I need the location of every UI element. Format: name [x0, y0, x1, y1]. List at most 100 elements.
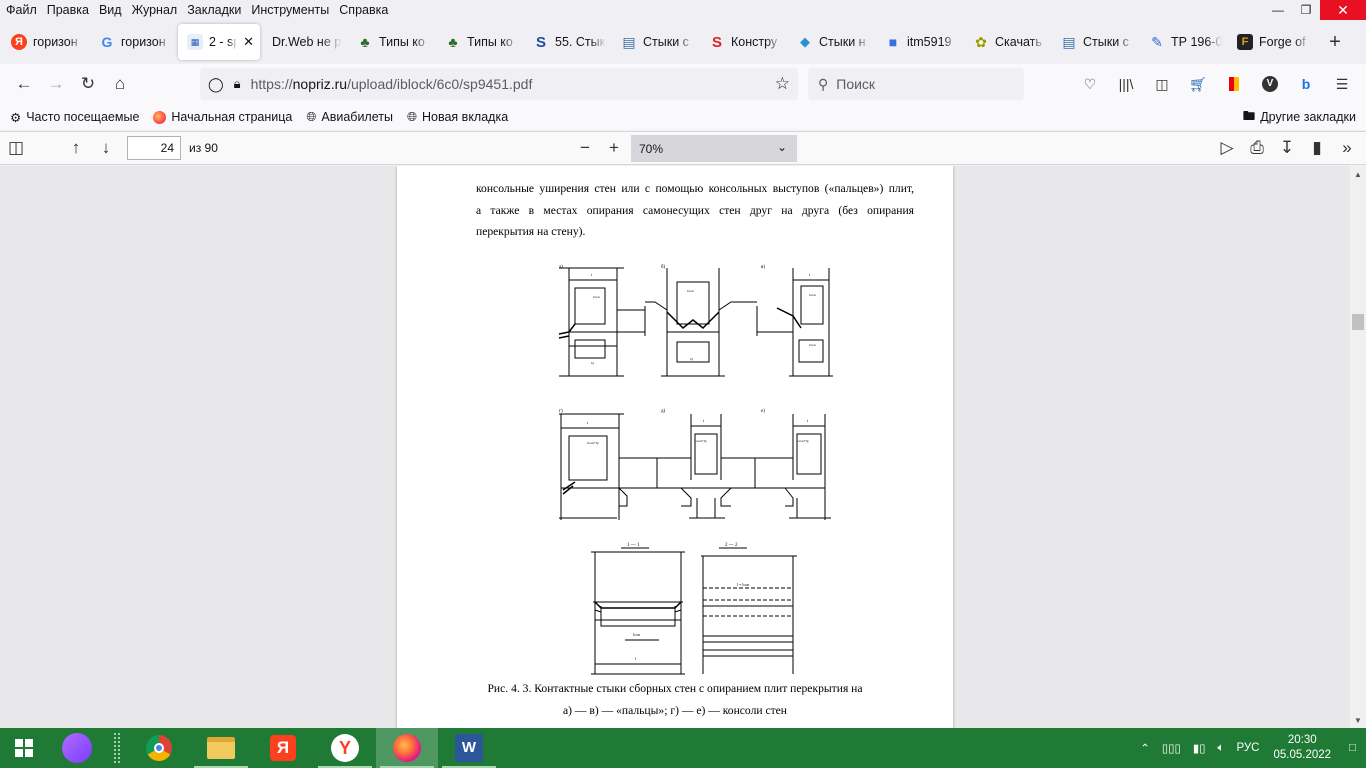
forward-button[interactable]: → [40, 68, 72, 100]
search-box[interactable]: ⚲ Поиск [808, 68, 1024, 100]
previous-page-button[interactable]: ↑ [61, 134, 91, 162]
library-icon[interactable]: |||\ [1110, 68, 1142, 100]
close-tab-icon[interactable]: ✕ [243, 34, 254, 50]
tab-8[interactable]: S Констру [700, 24, 788, 60]
address-bar[interactable]: ◯ 🔒︎ https://nopriz.ru/upload/iblock/6c0… [200, 68, 798, 100]
menu-tools[interactable]: Инструменты [246, 0, 334, 20]
tray-chevron-icon[interactable]: ⌃ [1134, 741, 1156, 755]
yandex-y-icon: Y [331, 734, 359, 762]
tab-6[interactable]: S 55. Стык [524, 24, 612, 60]
scroll-down-icon[interactable]: ▼ [1350, 712, 1366, 728]
menu-help[interactable]: Справка [334, 0, 393, 20]
back-button[interactable]: ← [8, 68, 40, 100]
bookmark-flag-icon[interactable] [1218, 68, 1250, 100]
page-number-input[interactable]: 24 [127, 136, 181, 160]
taskbar-firefox[interactable] [376, 728, 438, 768]
other-bookmarks[interactable]: 🖿︎ Другие закладки [1243, 104, 1356, 130]
pdf-viewer[interactable]: консольные уширения стен или с помощью к… [0, 166, 1350, 728]
tab-9[interactable]: ◆ Стыки н [788, 24, 876, 60]
fig-label-l: l [635, 656, 637, 661]
bookmark-home-page[interactable]: Начальная страница [153, 110, 292, 124]
windows-taskbar: Я Y W ⌃ ▯▯▯ ▮▯ 🔈︎ РУС 20:30 05.05.2022 □ [0, 728, 1366, 768]
tab-14[interactable]: F Forge of [1228, 24, 1316, 60]
restore-button[interactable]: ❐ [1292, 0, 1320, 20]
tab-12[interactable]: ▤ Стыки с [1052, 24, 1140, 60]
download-icon[interactable]: ↧ [1272, 134, 1302, 162]
bookmark-most-visited[interactable]: ⚙ Часто посещаемые [10, 110, 139, 125]
tab-4[interactable]: ♣ Типы ко [348, 24, 436, 60]
menu-edit[interactable]: Правка [42, 0, 94, 20]
taskbar-chrome[interactable] [128, 728, 190, 768]
clock[interactable]: 20:30 05.05.2022 [1265, 733, 1343, 763]
tree-icon: ♣ [448, 34, 458, 50]
tab-label: Стыки с [643, 35, 689, 49]
cart-icon[interactable]: 🛒︎ [1182, 68, 1214, 100]
tab-13[interactable]: ✎ ТР 196-0 [1140, 24, 1228, 60]
network-icon[interactable]: ▯▯▯ [1156, 741, 1187, 755]
zoom-out-button[interactable]: − [570, 134, 600, 162]
bookmark-new-tab[interactable]: 🌐︎ Новая вкладка [407, 110, 508, 125]
tab-2-active[interactable]: ▦ 2 - sp9451.pdf ✕ [178, 24, 260, 60]
pocket-icon[interactable]: ♡ [1074, 68, 1106, 100]
scroll-thumb[interactable] [1352, 314, 1364, 330]
bing-icon[interactable]: b [1290, 68, 1322, 100]
text-line: а также в местах опирания самонесущих ст… [476, 203, 914, 217]
zoom-in-button[interactable]: + [599, 134, 629, 162]
fig-label-t: t [591, 272, 593, 277]
zoom-select[interactable]: 70% ⌄ [631, 135, 797, 162]
start-button[interactable] [0, 728, 48, 768]
alice-assistant-button[interactable] [48, 728, 106, 768]
bookmark-icon[interactable]: ▮ [1302, 134, 1332, 162]
fig-label-g: г) [559, 409, 563, 414]
pdf-toolbar: ◫ ↑ ↓ 24 из 90 − + 70% ⌄ ▷ ⎙ ↧ ▮ » [0, 131, 1366, 165]
vpn-icon[interactable]: V [1254, 68, 1286, 100]
tab-label: ТР 196-0 [1171, 35, 1222, 49]
url-text[interactable]: https://nopriz.ru/upload/iblock/6c0/sp94… [251, 76, 765, 92]
s-logo-icon: S [535, 33, 546, 51]
home-button[interactable]: ⌂ [104, 68, 136, 100]
language-indicator[interactable]: РУС [1230, 742, 1265, 754]
tab-3[interactable]: Dr.Web не ре [260, 24, 348, 60]
tab-10[interactable]: ■ itm5919 [876, 24, 964, 60]
taskbar-yandex[interactable]: Y [314, 728, 376, 768]
taskbar-file-explorer[interactable] [190, 728, 252, 768]
shield-icon[interactable]: ◯ [208, 76, 224, 93]
hamburger-menu-icon[interactable]: ☰ [1326, 68, 1358, 100]
tab-1[interactable]: Gгоризон [90, 24, 178, 60]
tab-11[interactable]: ✿ Скачать [964, 24, 1052, 60]
menu-file[interactable]: Файл [0, 0, 42, 20]
print-icon[interactable]: ⎙ [1242, 134, 1272, 162]
sidebar-toggle-icon[interactable]: ◫ [1, 134, 31, 162]
tab-0[interactable]: Ягоризон [2, 24, 90, 60]
chrome-icon [146, 735, 172, 761]
new-tab-button[interactable]: + [1320, 27, 1350, 57]
menu-history[interactable]: Журнал [127, 0, 183, 20]
menu-bookmarks[interactable]: Закладки [182, 0, 246, 20]
notifications-icon[interactable]: □ [1343, 742, 1366, 754]
taskbar-word[interactable]: W [438, 728, 500, 768]
next-page-button[interactable]: ↓ [91, 134, 121, 162]
vertical-scrollbar[interactable]: ▲ ▼ [1350, 166, 1366, 728]
figure-row-1: а) t bcon bj б) bcon bj в) bcon t bcon [558, 265, 833, 377]
close-window-button[interactable]: ✕ [1320, 0, 1366, 20]
page-text: консольные уширения стен или с помощью к… [476, 178, 914, 243]
scroll-up-icon[interactable]: ▲ [1350, 166, 1366, 182]
star-icon[interactable]: ☆ [775, 74, 790, 94]
task-view-button[interactable] [106, 728, 128, 768]
presentation-icon[interactable]: ▷ [1212, 134, 1242, 162]
bookmark-flights[interactable]: 🌐︎ Авиабилеты [306, 110, 393, 125]
tools-chevron-icon[interactable]: » [1332, 134, 1362, 162]
tab-7[interactable]: ▤ Стыки с [612, 24, 700, 60]
taskbar-yandex-browser[interactable]: Я [252, 728, 314, 768]
battery-icon[interactable]: ▮▯ [1187, 741, 1212, 755]
tab-5[interactable]: ♣ Типы ко [436, 24, 524, 60]
lock-icon[interactable]: 🔒︎ [234, 76, 241, 92]
gear-icon: ⚙ [10, 110, 22, 125]
menu-view[interactable]: Вид [94, 0, 127, 20]
minimize-button[interactable]: — [1264, 0, 1292, 20]
reload-button[interactable]: ↻ [72, 68, 104, 100]
sidebar-icon[interactable]: ◫ [1146, 68, 1178, 100]
google-icon: G [101, 34, 113, 50]
text-line: перекрытия на стену). [476, 225, 586, 238]
volume-icon[interactable]: 🔈︎ [1212, 742, 1231, 755]
